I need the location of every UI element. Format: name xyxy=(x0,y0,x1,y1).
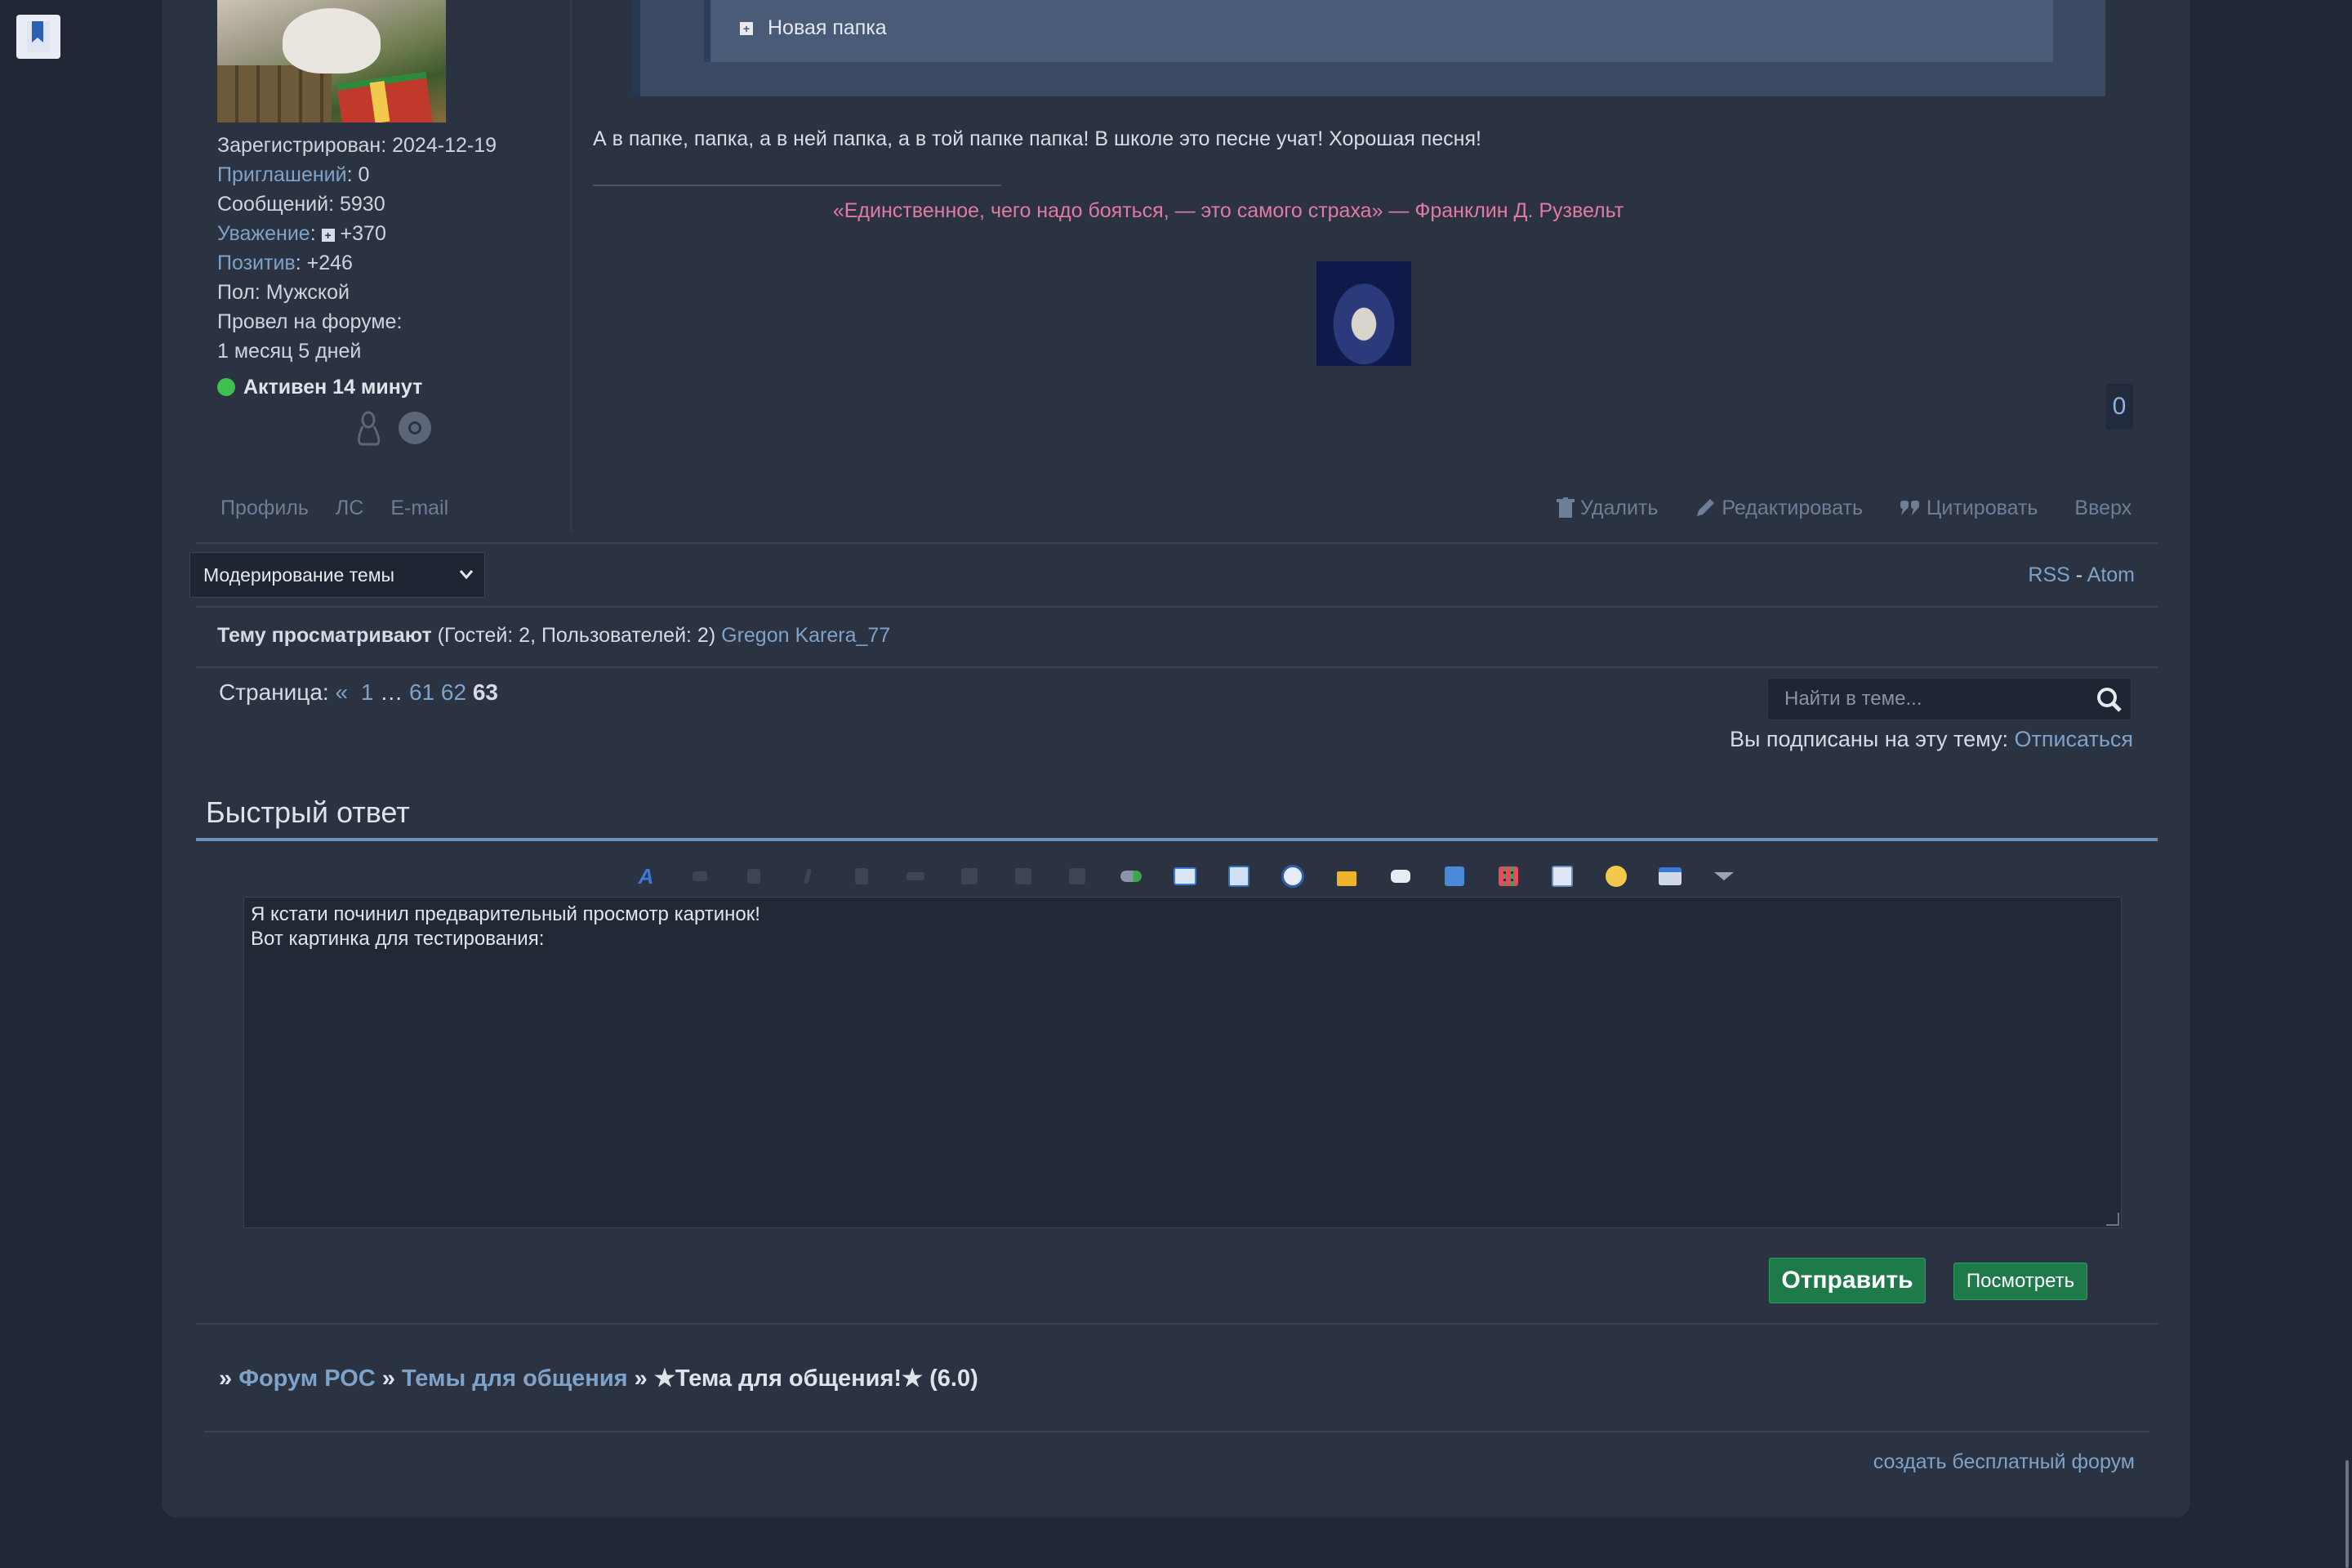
post-column-divider xyxy=(570,0,572,531)
spoiler-block: + Новая папка xyxy=(632,0,2105,96)
profile-link[interactable]: Профиль xyxy=(220,497,309,519)
quote-action[interactable]: Цитировать xyxy=(1900,497,2043,519)
topic-viewers: Тему просматривают (Гостей: 2, Пользоват… xyxy=(217,624,891,647)
page-61[interactable]: 61 xyxy=(409,679,434,705)
moderation-select[interactable]: Модерирование темы xyxy=(189,552,485,598)
bookmark-icon[interactable] xyxy=(16,15,60,59)
code-icon[interactable] xyxy=(1428,861,1481,892)
reputation-counter[interactable]: 0 xyxy=(2105,384,2133,430)
edit-action[interactable]: Редактировать xyxy=(1695,497,1869,519)
page-62[interactable]: 62 xyxy=(441,679,466,705)
signature-quote: «Единственное, чего надо бояться, — это … xyxy=(832,199,1624,222)
signature-image xyxy=(1316,261,1411,366)
table-icon[interactable] xyxy=(1481,861,1535,892)
separator xyxy=(196,1323,2158,1325)
resize-handle[interactable] xyxy=(2106,1213,2119,1226)
forum-page: Зарегистрирован: 2024-12-19 Приглашений:… xyxy=(162,0,2190,1517)
quote-marks-icon xyxy=(1900,501,1919,515)
chrome-icon xyxy=(399,412,431,444)
respect-row: Уважение: + +370 xyxy=(217,222,386,245)
rss-link[interactable]: RSS xyxy=(2028,564,2069,586)
expand-icon[interactable]: + xyxy=(740,22,753,35)
pm-link[interactable]: ЛС xyxy=(336,497,363,519)
quote-icon[interactable] xyxy=(1374,861,1428,892)
upload-icon[interactable] xyxy=(1643,861,1697,892)
page-prev[interactable]: « xyxy=(335,679,348,705)
invites-link[interactable]: Приглашений xyxy=(217,163,347,186)
profile-links: Профиль ЛС E-mail xyxy=(220,497,448,520)
positive-link[interactable]: Позитив xyxy=(217,252,296,274)
editor-toolbar: A xyxy=(619,861,1751,892)
search-icon[interactable] xyxy=(2096,687,2123,713)
page-current: 63 xyxy=(472,679,498,705)
breadcrumb-topic: ★Тема для общения!★ (6.0) xyxy=(653,1365,978,1392)
image-icon[interactable] xyxy=(1212,861,1266,892)
page-1[interactable]: 1 xyxy=(361,679,374,705)
quick-reply-underline xyxy=(196,838,2158,841)
os-icons xyxy=(354,408,444,453)
top-link[interactable]: Вверх xyxy=(2074,497,2132,519)
breadcrumb: » Форум РОС » Темы для общения » ★Тема д… xyxy=(219,1365,978,1392)
separator xyxy=(204,1431,2149,1432)
feeds: RSS - Atom xyxy=(2028,564,2135,586)
subscription-status: Вы подписаны на эту тему: Отписаться xyxy=(1729,727,2133,751)
preview-button[interactable]: Посмотреть xyxy=(1953,1263,2087,1300)
send-button[interactable]: Отправить xyxy=(1769,1258,1926,1303)
viewer-users[interactable]: Gregon Karera_77 xyxy=(721,624,890,647)
link-icon[interactable] xyxy=(1104,861,1158,892)
spoiler-title: Новая папка xyxy=(768,16,887,39)
pencil-icon xyxy=(1697,499,1715,516)
time-on-forum-label: Провел на форуме: xyxy=(217,310,403,333)
strike-icon[interactable] xyxy=(889,861,942,892)
signature-divider xyxy=(593,185,1001,186)
italic-icon[interactable] xyxy=(781,861,835,892)
gender: Пол: Мужской xyxy=(217,281,350,304)
create-forum-link[interactable]: создать бесплатный форум xyxy=(1873,1450,2135,1474)
post-actions: Удалить Редактировать Цитировать Вверх xyxy=(1557,497,2132,520)
delete-action[interactable]: Удалить xyxy=(1557,497,1664,519)
invites-row: Приглашений: 0 xyxy=(217,163,370,186)
plus-icon[interactable]: + xyxy=(321,229,335,242)
topic-search-input[interactable] xyxy=(1783,687,2088,711)
scrollbar[interactable] xyxy=(2345,1460,2349,1568)
bold-icon[interactable] xyxy=(727,861,781,892)
time-on-forum-value: 1 месяц 5 дней xyxy=(217,340,362,363)
separator xyxy=(196,606,2158,608)
separator xyxy=(196,542,2158,544)
font-icon[interactable]: A xyxy=(619,861,673,892)
topic-search xyxy=(1767,678,2132,720)
align-right-icon[interactable] xyxy=(1050,861,1104,892)
breadcrumb-section[interactable]: Темы для общения xyxy=(402,1365,628,1392)
online-dot-icon xyxy=(217,378,235,396)
respect-link[interactable]: Уважение xyxy=(217,222,310,245)
more-icon[interactable] xyxy=(1697,861,1751,892)
book-icon[interactable] xyxy=(1158,861,1212,892)
lock-icon[interactable] xyxy=(1320,861,1374,892)
positive-row: Позитив: +246 xyxy=(217,252,353,274)
spoiler-header[interactable]: + Новая папка xyxy=(704,0,2053,62)
linux-icon xyxy=(357,411,381,446)
pagination: Страница: « 1 … 61 62 63 xyxy=(219,679,498,705)
align-center-icon[interactable] xyxy=(996,861,1050,892)
user-avatar[interactable] xyxy=(217,0,446,122)
underline-icon[interactable] xyxy=(835,861,889,892)
breadcrumb-forum[interactable]: Форум РОС xyxy=(238,1365,376,1392)
online-status: Активен 14 минут xyxy=(217,372,422,402)
reply-textarea[interactable]: Я кстати починил предварительный просмот… xyxy=(243,897,2122,1228)
smile-icon[interactable] xyxy=(1589,861,1643,892)
video-icon[interactable] xyxy=(1266,861,1320,892)
atom-link[interactable]: Atom xyxy=(2087,564,2135,586)
align-left-icon[interactable] xyxy=(942,861,996,892)
post-body: А в папке, папка, а в ней папка, а в той… xyxy=(593,127,1481,150)
unsubscribe-link[interactable]: Отписаться xyxy=(2014,727,2133,751)
trash-icon xyxy=(1557,497,1575,518)
quick-reply-title: Быстрый ответ xyxy=(206,795,410,829)
registered-date: Зарегистрирован: 2024-12-19 xyxy=(217,134,497,157)
separator xyxy=(196,666,2158,668)
list-icon[interactable] xyxy=(1535,861,1589,892)
email-link[interactable]: E-mail xyxy=(390,497,448,519)
chevron-down-icon xyxy=(459,570,474,580)
size-icon[interactable] xyxy=(673,861,727,892)
